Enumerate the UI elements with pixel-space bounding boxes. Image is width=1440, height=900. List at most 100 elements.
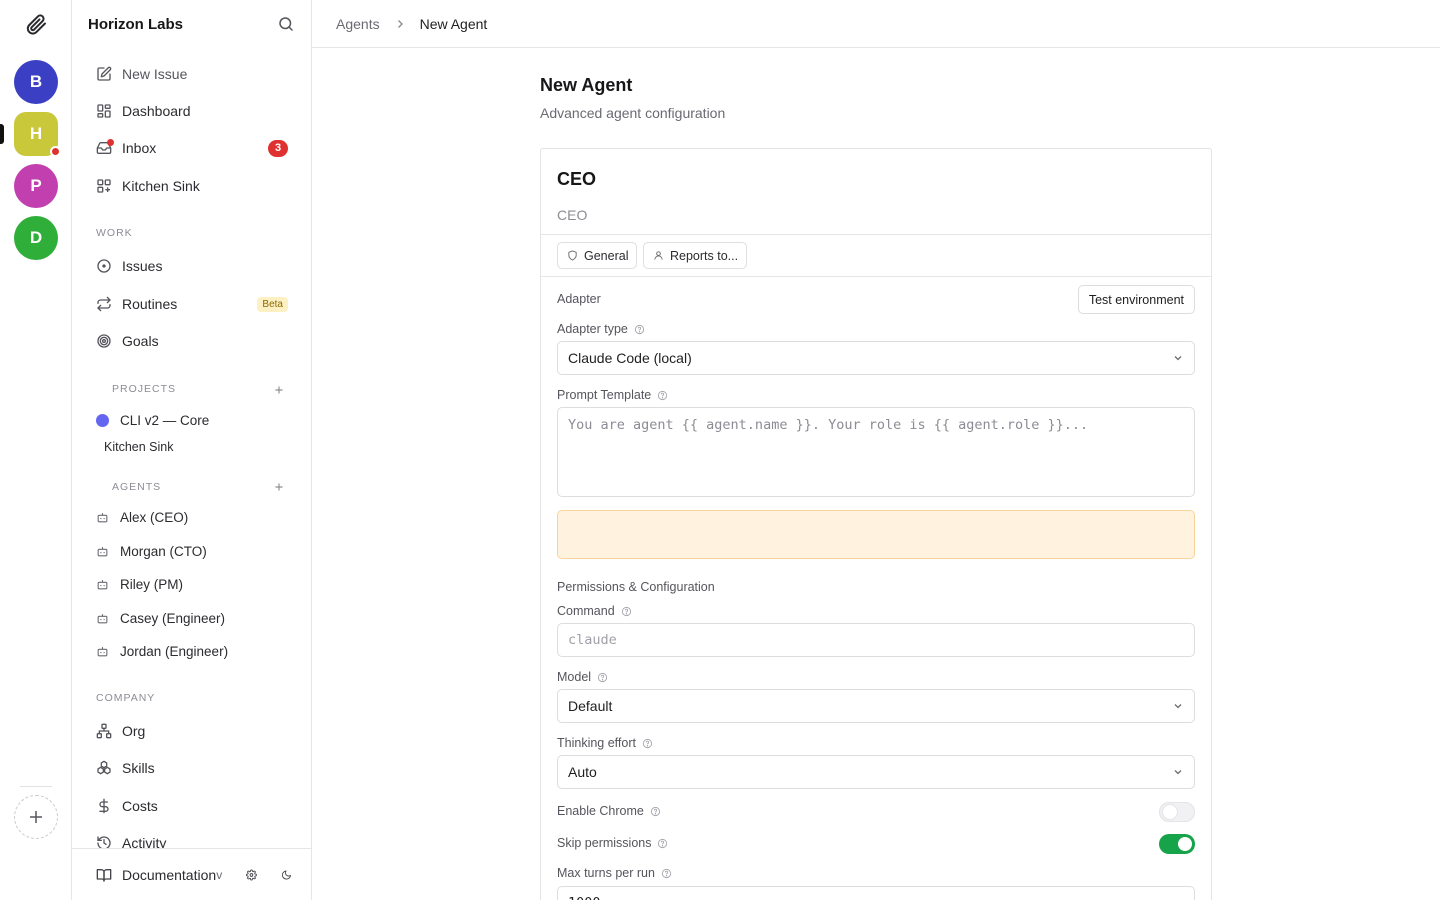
- tab-label: General: [584, 248, 629, 263]
- pencil-square-icon: [97, 66, 112, 81]
- help-circle-icon[interactable]: [597, 672, 608, 683]
- model-label: Model: [557, 670, 608, 684]
- agent-item-casey[interactable]: Casey (Engineer): [96, 611, 225, 626]
- tab-general[interactable]: General: [557, 242, 638, 269]
- dollar-icon: [99, 798, 109, 814]
- circle-dot-icon: [97, 259, 111, 273]
- documentation-label: Documentation: [122, 866, 217, 883]
- agent-config-card: CEO CEO General Reports to... Adapter Te…: [540, 148, 1212, 900]
- adapter-type-select[interactable]: Claude Code (local): [557, 341, 1195, 375]
- help-circle-icon[interactable]: [621, 606, 632, 617]
- gear-icon[interactable]: [246, 867, 258, 883]
- sidebar-item-costs[interactable]: Costs: [88, 790, 296, 822]
- repeat-icon: [97, 296, 111, 312]
- active-workspace-indicator: [0, 124, 4, 144]
- help-circle-icon[interactable]: [642, 738, 653, 749]
- sidebar-item-org[interactable]: Org: [88, 715, 296, 747]
- command-input[interactable]: claude: [557, 623, 1195, 657]
- workspace-rail: B H P D: [0, 0, 72, 900]
- agent-label: Riley (PM): [120, 577, 183, 592]
- search-icon[interactable]: [277, 15, 295, 33]
- app-root: B H P D Horizon Labs New Issue Dashboard…: [0, 0, 1440, 900]
- enable-chrome-toggle[interactable]: [1159, 802, 1195, 822]
- chevron-down-icon: [1174, 704, 1182, 709]
- help-circle-icon[interactable]: [650, 806, 661, 817]
- bot-icon: [97, 513, 108, 523]
- sidebar-item-label: Costs: [122, 798, 158, 814]
- breadcrumb-current: New Agent: [419, 15, 488, 32]
- prompt-template-textarea[interactable]: You are agent {{ agent.name }}. Your rol…: [557, 407, 1195, 497]
- notification-dot: [50, 146, 61, 157]
- agent-item-riley[interactable]: Riley (PM): [96, 577, 183, 592]
- rail-divider: [20, 786, 52, 787]
- shield-icon: [568, 250, 577, 261]
- sidebar-item-inbox[interactable]: Inbox 3: [88, 132, 296, 164]
- agent-item-morgan[interactable]: Morgan (CTO): [96, 544, 207, 559]
- target-icon: [97, 334, 111, 348]
- breadcrumb-agents-link[interactable]: Agents: [336, 16, 380, 32]
- agent-item-jordan[interactable]: Jordan (Engineer): [96, 644, 228, 659]
- help-circle-icon[interactable]: [661, 868, 672, 879]
- sidebar-footer: Documentation v: [72, 848, 311, 900]
- prompt-template-label: Prompt Template: [557, 388, 668, 402]
- breadcrumb: Agents New Agent: [312, 0, 1440, 48]
- model-select[interactable]: Default: [557, 689, 1195, 723]
- thinking-effort-select[interactable]: Auto: [557, 755, 1195, 789]
- bot-icon: [97, 547, 108, 557]
- add-agent-icon[interactable]: [272, 480, 286, 494]
- tab-label: Reports to...: [670, 248, 739, 263]
- permissions-section-heading: Permissions & Configuration: [557, 580, 715, 594]
- workspace-avatar-d[interactable]: D: [14, 216, 58, 260]
- max-turns-input[interactable]: 1000: [557, 886, 1195, 900]
- workspace-avatar-b[interactable]: B: [14, 60, 58, 104]
- agent-role-field[interactable]: CEO: [557, 207, 587, 223]
- bot-icon: [97, 647, 108, 657]
- add-workspace-button[interactable]: [14, 795, 58, 839]
- help-circle-icon[interactable]: [657, 838, 668, 849]
- thinking-effort-value: Auto: [568, 764, 597, 780]
- sidebar-item-goals[interactable]: Goals: [88, 325, 296, 357]
- workspace-avatar-p[interactable]: P: [14, 164, 58, 208]
- divider: [541, 234, 1211, 235]
- add-project-icon[interactable]: [272, 383, 286, 397]
- sidebar-item-new-issue[interactable]: New Issue: [88, 58, 296, 90]
- chevron-right-icon: [397, 19, 403, 28]
- sidebar-item-dashboard[interactable]: Dashboard: [88, 95, 296, 127]
- toggle-knob: [1163, 805, 1177, 819]
- moon-icon[interactable]: [281, 867, 292, 883]
- sidebar-item-routines[interactable]: Routines Beta: [88, 288, 296, 320]
- bot-icon: [97, 614, 108, 624]
- tab-reports-to[interactable]: Reports to...: [643, 242, 748, 269]
- page-subtitle: Advanced agent configuration: [540, 105, 726, 121]
- project-label: CLI v2 — Core: [120, 413, 210, 428]
- model-value: Default: [568, 698, 613, 714]
- chevron-down-icon: [1174, 770, 1182, 775]
- sidebar-item-label: Goals: [122, 333, 159, 349]
- help-circle-icon[interactable]: [657, 390, 668, 401]
- help-circle-icon[interactable]: [634, 324, 645, 335]
- section-label-company: COMPANY: [96, 692, 156, 704]
- skip-permissions-toggle[interactable]: [1159, 834, 1195, 854]
- paperclip-icon[interactable]: [24, 12, 48, 36]
- divider: [541, 276, 1211, 277]
- agent-label: Jordan (Engineer): [120, 644, 229, 659]
- test-environment-button[interactable]: Test environment: [1077, 285, 1195, 314]
- sidebar-item-kitchen-sink[interactable]: Kitchen Sink: [88, 170, 296, 202]
- project-item-cli-v2-core[interactable]: CLI v2 — Core: [96, 413, 209, 428]
- chevron-down-icon: [1174, 356, 1182, 361]
- sidebar-item-label: Skills: [122, 760, 155, 776]
- sidebar-header: Horizon Labs: [88, 12, 295, 36]
- unread-dot: [107, 139, 114, 146]
- workspace-avatar-h[interactable]: H: [14, 112, 61, 157]
- sidebar-item-skills[interactable]: Skills: [88, 752, 296, 784]
- toggle-knob: [1178, 837, 1192, 851]
- sidebar-item-label: Org: [122, 723, 146, 739]
- project-item-kitchen-sink[interactable]: Kitchen Sink: [104, 440, 173, 454]
- adapter-type-value: Claude Code (local): [568, 350, 692, 366]
- agent-name-field[interactable]: CEO: [557, 169, 596, 190]
- dashboard-icon: [97, 104, 111, 118]
- documentation-link[interactable]: Documentation: [96, 867, 216, 883]
- project-label: Kitchen Sink: [104, 440, 174, 454]
- agent-item-alex[interactable]: Alex (CEO): [96, 510, 188, 525]
- sidebar-item-issues[interactable]: Issues: [88, 250, 296, 282]
